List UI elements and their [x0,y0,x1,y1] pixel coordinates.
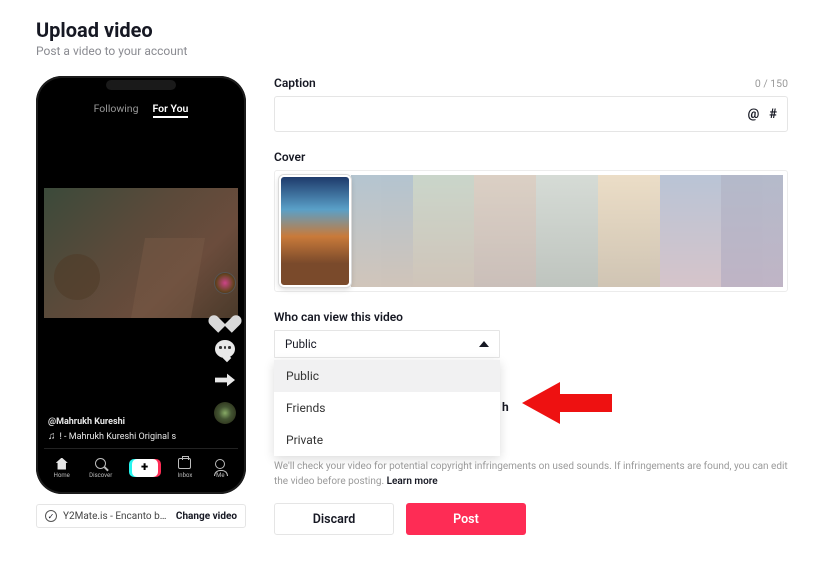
copyright-notice: We'll check your video for potential cop… [274,460,788,489]
cover-thumb[interactable] [413,175,475,287]
tab-following[interactable]: Following [94,102,139,118]
file-row: ✓ Y2Mate.is - Encanto bu... Change video [36,504,246,528]
like-icon[interactable] [215,308,235,326]
home-icon [56,458,68,470]
chevron-up-icon [479,341,489,347]
learn-more-link[interactable]: Learn more [387,476,438,487]
music-note-icon: ♫ [48,431,56,442]
cover-selected-thumb[interactable] [279,175,351,287]
nav-create[interactable] [132,459,158,477]
profile-icon [215,459,225,469]
nav-home[interactable]: Home [54,457,70,479]
mention-icon[interactable]: @ [748,107,760,122]
page-title: Upload video [36,18,788,42]
annotation-arrow-icon [522,382,612,422]
comment-icon[interactable] [215,340,235,358]
user-handle: @Mahrukh Kureshi [48,417,176,427]
sound-name: ! - Mahrukh Kureshi Original s [60,432,177,442]
post-button[interactable]: Post [406,503,526,535]
nav-inbox[interactable]: Inbox [177,457,193,479]
cover-thumb[interactable] [474,175,536,287]
cover-thumb[interactable] [660,175,722,287]
discard-button[interactable]: Discard [274,503,394,535]
inbox-icon [178,458,191,469]
phone-preview: Following For You @Mahrukh Kureshi [36,76,246,494]
nav-me[interactable]: Me [212,457,228,479]
cover-selector[interactable] [274,170,788,292]
cover-label: Cover [274,150,788,164]
caption-input[interactable]: @ # [274,96,788,132]
tab-for-you[interactable]: For You [153,102,189,118]
visibility-selected: Public [285,337,317,351]
visibility-select[interactable]: Public [274,330,500,358]
phone-notch [106,80,176,90]
avatar[interactable] [214,272,236,294]
cover-thumb[interactable] [721,175,783,287]
cover-thumb[interactable] [598,175,660,287]
visibility-option-private[interactable]: Private [274,424,500,456]
sound-disc-icon[interactable] [214,402,236,424]
visibility-dropdown: Public Friends Private [274,360,500,456]
check-circle-icon: ✓ [45,510,57,522]
visibility-option-public[interactable]: Public [274,360,500,392]
video-frame [44,188,238,318]
hidden-text-peek: h [502,400,509,414]
change-video-link[interactable]: Change video [176,511,237,522]
nav-discover[interactable]: Discover [89,457,112,479]
file-name: Y2Mate.is - Encanto bu... [63,511,170,522]
visibility-option-friends[interactable]: Friends [274,392,500,424]
cover-track[interactable] [351,175,783,287]
cover-thumb[interactable] [536,175,598,287]
page-subtitle: Post a video to your account [36,44,788,58]
hashtag-icon[interactable]: # [769,107,777,122]
visibility-label: Who can view this video [274,310,788,324]
search-icon [95,458,106,469]
caption-label: Caption [274,76,316,90]
plus-icon [132,459,158,477]
share-icon[interactable] [215,372,235,388]
cover-thumb[interactable] [351,175,413,287]
caption-counter: 0 / 150 [755,77,788,90]
